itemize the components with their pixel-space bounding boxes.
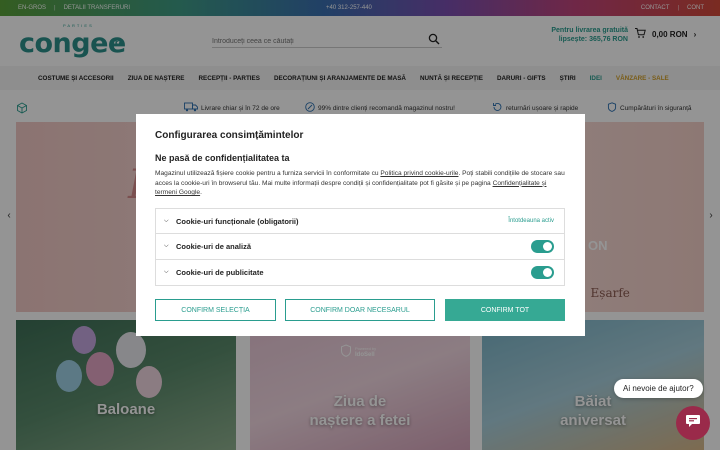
description-part1: Magazinul utilizează fișiere cookie pent… <box>155 170 381 177</box>
cookie-row-advertising[interactable]: ⌵ Cookie-uri de publicitate <box>156 260 564 285</box>
dialog-description: Magazinul utilizează fișiere cookie pent… <box>155 169 565 198</box>
chat-button[interactable] <box>676 406 710 440</box>
dialog-subtitle: Ne pasă de confidențialitatea ta <box>155 153 290 163</box>
advertising-toggle[interactable] <box>531 265 554 279</box>
analytics-toggle[interactable] <box>531 239 554 253</box>
cookie-row-label: Cookie-uri de analiză <box>176 241 252 251</box>
cookie-policy-link[interactable]: Politica privind cookie-urile <box>380 170 458 177</box>
cookie-row-analytics[interactable]: ⌵ Cookie-uri de analiză <box>156 234 564 260</box>
help-bubble[interactable]: Ai nevoie de ajutor? <box>614 379 703 398</box>
chat-icon <box>685 414 701 433</box>
chevron-down-icon: ⌵ <box>164 217 169 224</box>
confirm-selection-button[interactable]: CONFIRM SELECȚIA <box>155 299 276 321</box>
cookie-consent-dialog: Configurarea consimțămintelor Ne pasă de… <box>136 114 585 336</box>
cookie-row-label: Cookie-uri de publicitate <box>176 267 264 277</box>
chevron-down-icon: ⌵ <box>164 242 169 249</box>
cookie-row-label: Cookie-uri funcționale (obligatorii) <box>176 216 299 226</box>
dialog-title: Configurarea consimțămintelor <box>155 130 304 141</box>
cookie-row-functional[interactable]: ⌵ Cookie-uri funcționale (obligatorii) Î… <box>156 209 564 235</box>
confirm-necessary-button[interactable]: CONFIRM DOAR NECESARUL <box>285 299 435 321</box>
always-active-label: Întotdeauna activ <box>508 218 554 225</box>
confirm-all-button[interactable]: CONFIRM TOT <box>445 299 565 321</box>
description-part3: . <box>200 189 202 196</box>
chevron-down-icon: ⌵ <box>164 268 169 275</box>
cookie-categories: ⌵ Cookie-uri funcționale (obligatorii) Î… <box>155 208 565 286</box>
